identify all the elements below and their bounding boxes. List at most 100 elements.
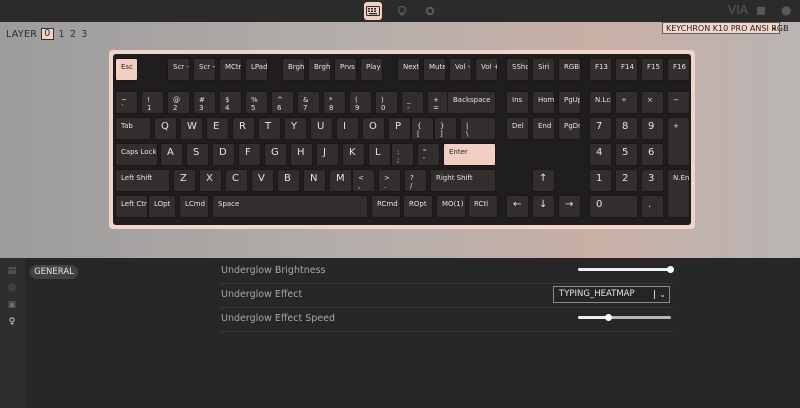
key[interactable]: ROpt bbox=[403, 195, 433, 218]
key[interactable]: Y bbox=[284, 117, 307, 140]
key[interactable]: 6 bbox=[641, 143, 664, 166]
key[interactable]: Del bbox=[506, 117, 529, 140]
key[interactable]: B bbox=[277, 169, 300, 192]
key[interactable]: F bbox=[238, 143, 261, 166]
key[interactable]: ) 0 bbox=[375, 91, 398, 114]
brightness-slider[interactable] bbox=[578, 266, 674, 273]
gear-icon[interactable] bbox=[421, 2, 439, 20]
key[interactable]: Next bbox=[397, 58, 420, 81]
key[interactable]: ÷ bbox=[615, 91, 638, 114]
key[interactable]: R bbox=[232, 117, 255, 140]
key[interactable]: Siri bbox=[532, 58, 555, 81]
key[interactable]: (9 bbox=[349, 91, 372, 114]
key[interactable]: P bbox=[388, 117, 411, 140]
key[interactable]: RGBMo bbox=[558, 58, 581, 81]
key[interactable]: E bbox=[206, 117, 229, 140]
save-icon[interactable]: ▣ bbox=[7, 300, 17, 310]
key[interactable]: RCtl bbox=[468, 195, 498, 218]
key[interactable]: × bbox=[641, 91, 664, 114]
key[interactable]: Scr + bbox=[193, 58, 216, 81]
key[interactable]: . bbox=[641, 195, 664, 218]
key[interactable]: N.Lck bbox=[589, 91, 612, 114]
key[interactable]: X bbox=[199, 169, 222, 192]
key[interactable]: PgDn bbox=[558, 117, 581, 140]
key[interactable]: → bbox=[558, 195, 581, 218]
key[interactable]: U bbox=[310, 117, 333, 140]
key[interactable]: Brght+ bbox=[308, 58, 331, 81]
key[interactable]: MCtrl bbox=[219, 58, 242, 81]
key[interactable]: >. bbox=[378, 169, 401, 192]
key[interactable]: W bbox=[180, 117, 203, 140]
key[interactable]: ↓ bbox=[532, 195, 555, 218]
tab-general[interactable]: GENERAL bbox=[30, 265, 78, 279]
key[interactable]: S bbox=[186, 143, 209, 166]
key[interactable]: Q bbox=[154, 117, 177, 140]
key[interactable]: O bbox=[362, 117, 385, 140]
speed-slider-thumb[interactable] bbox=[604, 314, 612, 321]
key[interactable]: Right Shift bbox=[430, 169, 496, 192]
key[interactable]: | \ bbox=[460, 117, 496, 140]
key[interactable]: Mute bbox=[423, 58, 446, 81]
key[interactable]: Prvs bbox=[334, 58, 357, 81]
key[interactable]: ! 1 bbox=[141, 91, 164, 114]
key[interactable]: }] bbox=[434, 117, 457, 140]
key[interactable]: ? / bbox=[404, 169, 427, 192]
key[interactable]: T bbox=[258, 117, 281, 140]
key[interactable]: Enter bbox=[443, 143, 496, 166]
key[interactable]: N bbox=[303, 169, 326, 192]
key[interactable]: L bbox=[368, 143, 391, 166]
key[interactable]: ← bbox=[506, 195, 529, 218]
lightbulb-icon[interactable] bbox=[393, 2, 411, 20]
key[interactable]: Scr - bbox=[167, 58, 190, 81]
key[interactable]: Caps Lock bbox=[115, 143, 158, 166]
key[interactable]: F16 bbox=[667, 58, 690, 81]
key[interactable]: Vol + bbox=[475, 58, 498, 81]
key[interactable]: Left Shift bbox=[115, 169, 170, 192]
keyboard-icon[interactable] bbox=[364, 2, 382, 20]
key[interactable]: 7 bbox=[589, 117, 612, 140]
key[interactable]: H bbox=[290, 143, 313, 166]
key[interactable]: ^ 6 bbox=[271, 91, 294, 114]
key[interactable]: 3 bbox=[641, 169, 664, 192]
key[interactable]: <, bbox=[352, 169, 375, 192]
key[interactable]: $4 bbox=[219, 91, 242, 114]
layer-2-button[interactable]: 2 bbox=[70, 29, 76, 40]
key[interactable]: " ' bbox=[417, 143, 440, 166]
key[interactable]: _ - bbox=[401, 91, 424, 114]
key[interactable]: Backspace bbox=[447, 91, 496, 114]
key[interactable]: {[ bbox=[411, 117, 434, 140]
key[interactable]: * 8 bbox=[323, 91, 346, 114]
key[interactable]: J bbox=[316, 143, 339, 166]
key[interactable]: − bbox=[667, 91, 690, 114]
key[interactable]: ↑ bbox=[532, 169, 555, 192]
effect-select[interactable]: TYPING_HEATMAP ⌄ bbox=[553, 286, 670, 303]
key[interactable]: M bbox=[329, 169, 352, 192]
key[interactable]: MO(1) bbox=[436, 195, 466, 218]
circle-icon[interactable]: ◎ bbox=[7, 283, 17, 293]
key[interactable]: Ins bbox=[506, 91, 529, 114]
key[interactable]: F14 bbox=[615, 58, 638, 81]
key[interactable]: % 5 bbox=[245, 91, 268, 114]
key[interactable]: Vol - bbox=[449, 58, 472, 81]
key[interactable]: 8 bbox=[615, 117, 638, 140]
lightbulb-icon[interactable]: ♀ bbox=[7, 317, 17, 327]
key[interactable]: G bbox=[264, 143, 287, 166]
layer-3-button[interactable]: 3 bbox=[81, 29, 87, 40]
key[interactable]: LOpt bbox=[148, 195, 176, 218]
key[interactable]: 9 bbox=[641, 117, 664, 140]
github-icon[interactable]: ● bbox=[781, 3, 791, 17]
brightness-slider-thumb[interactable] bbox=[667, 266, 674, 273]
key[interactable]: & 7 bbox=[297, 91, 320, 114]
discord-icon[interactable]: ◼ bbox=[756, 3, 766, 17]
key[interactable]: N.Ent bbox=[667, 169, 690, 218]
layer-1-button[interactable]: 1 bbox=[59, 29, 65, 40]
key[interactable]: 4 bbox=[589, 143, 612, 166]
key[interactable]: Play bbox=[360, 58, 383, 81]
key[interactable]: LCmd bbox=[179, 195, 209, 218]
layer-0-button[interactable]: 0 bbox=[41, 28, 54, 40]
key[interactable]: End bbox=[532, 117, 555, 140]
key[interactable]: F15 bbox=[641, 58, 664, 81]
key[interactable]: LPad bbox=[245, 58, 268, 81]
key[interactable]: Home bbox=[532, 91, 555, 114]
key[interactable]: D bbox=[212, 143, 235, 166]
